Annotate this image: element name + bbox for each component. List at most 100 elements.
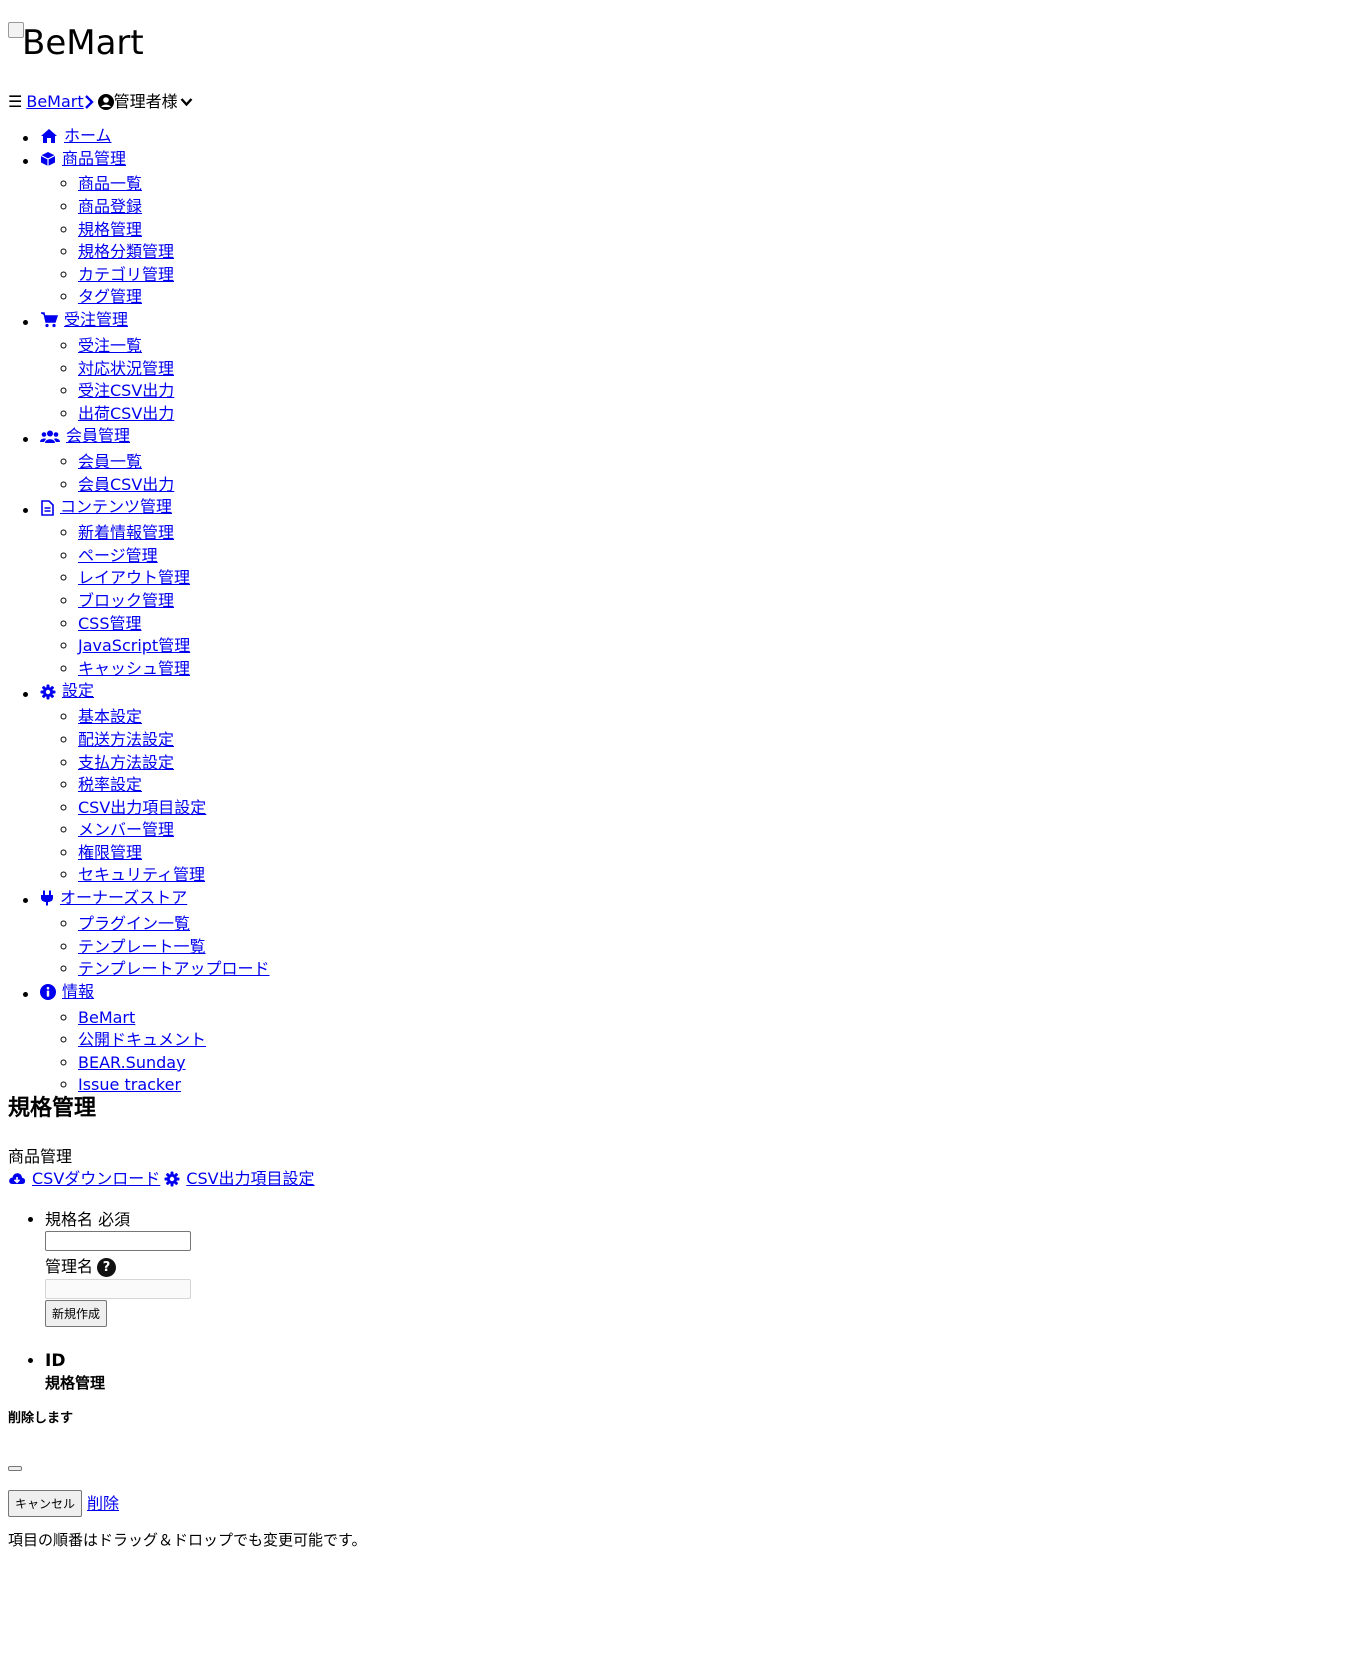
cancel-button[interactable]: キャンセル (8, 1490, 83, 1517)
nav-item-member-list[interactable]: 会員一覧 (78, 452, 142, 471)
name-label: 規格名 (45, 1210, 94, 1229)
nav-item-javascript[interactable]: JavaScript管理 (78, 636, 190, 655)
delete-modal-title: 削除します (8, 1411, 74, 1426)
nav-item-news[interactable]: 新着情報管理 (78, 523, 174, 542)
new-class-form-item: 規格名 必須 管理名? 新規作成 (45, 1209, 191, 1328)
delete-link[interactable]: 削除 (87, 1495, 119, 1512)
nav-item-order-csv[interactable]: 受注CSV出力 (78, 381, 174, 400)
nav-item-product-register[interactable]: 商品登録 (78, 197, 142, 216)
csv-download-label: CSVダウンロード (32, 1169, 161, 1188)
nav-link-order[interactable]: 受注管理 (40, 309, 128, 332)
nav-item-plugins[interactable]: プラグイン一覧 (78, 914, 190, 933)
nav-link-member[interactable]: 会員管理 (40, 425, 130, 448)
user-menu[interactable]: 管理者 様 (114, 94, 193, 110)
box-icon (40, 151, 56, 166)
nav-item-bear-sunday[interactable]: BEAR.Sunday (78, 1053, 186, 1072)
user-circle-icon (97, 94, 114, 110)
nav-label-store: オーナーズストア (60, 888, 188, 908)
nav-label-order: 受注管理 (64, 310, 129, 330)
nav-item-shipping-csv[interactable]: 出荷CSV出力 (78, 404, 174, 423)
nav-item-delivery-settings[interactable]: 配送方法設定 (78, 730, 174, 749)
gear-icon (164, 1171, 180, 1187)
create-button[interactable]: 新規作成 (45, 1300, 108, 1327)
plug-icon (41, 890, 53, 906)
nav-label-settings: 設定 (62, 681, 95, 701)
hamburger-icon[interactable]: ☰ (8, 94, 22, 110)
nav-item-order-status[interactable]: 対応状況管理 (78, 359, 174, 378)
section-label: 商品管理 (8, 1147, 73, 1166)
chevron-down-icon (180, 98, 193, 107)
nav-item-basic-settings[interactable]: 基本設定 (78, 707, 142, 726)
nav-item-template-upload[interactable]: テンプレートアップロード (78, 959, 270, 978)
nav-item-public-docs[interactable]: 公開ドキュメント (78, 1030, 206, 1049)
nav-label-info: 情報 (62, 981, 95, 1001)
nav-link-store[interactable]: オーナーズストア (40, 887, 187, 910)
nav-sub-content: 新着情報管理 ページ管理 レイアウト管理 ブロック管理 CSS管理 JavaSc… (40, 522, 270, 680)
admin-input-row (45, 1279, 191, 1300)
user-suffix: 様 (161, 92, 178, 111)
nav-link-content[interactable]: コンテンツ管理 (40, 496, 172, 519)
nav-item-order-list[interactable]: 受注一覧 (78, 336, 142, 355)
nav-link-settings[interactable]: 設定 (40, 680, 94, 703)
nav-item-tag[interactable]: タグ管理 (78, 287, 142, 306)
modal-close-button[interactable] (8, 1466, 22, 1471)
nav-group-order: 受注管理 受注一覧 対応状況管理 受注CSV出力 出荷CSV出力 (40, 309, 270, 425)
admin-name-input[interactable] (45, 1279, 191, 1299)
create-row: 新規作成 (45, 1300, 191, 1328)
nav-item-class-name[interactable]: 規格管理 (78, 220, 142, 239)
cloud-download-icon (9, 1173, 26, 1184)
column-class-name: 規格管理 (45, 1374, 106, 1392)
nav-label-home: ホーム (64, 126, 112, 145)
nav-sub-member: 会員一覧 会員CSV出力 (40, 451, 270, 496)
nav-label-member: 会員管理 (66, 426, 131, 446)
nav-sub-info: BeMart 公開ドキュメント BEAR.Sunday Issue tracke… (40, 1007, 270, 1097)
help-icon[interactable]: ? (97, 1258, 117, 1277)
nav-item-layout[interactable]: レイアウト管理 (78, 568, 190, 587)
nav-link-info[interactable]: 情報 (40, 981, 94, 1004)
nav-item-cache[interactable]: キャッシュ管理 (78, 659, 190, 678)
nav-item-class-category[interactable]: 規格分類管理 (78, 242, 174, 261)
breadcrumb-home-link[interactable]: BeMart (26, 94, 83, 110)
user-name: 管理者 (113, 92, 162, 111)
nav-link-product[interactable]: 商品管理 (40, 148, 126, 171)
nav-item-members[interactable]: メンバー管理 (78, 820, 174, 839)
nav-group-content: コンテンツ管理 新着情報管理 ページ管理 レイアウト管理 ブロック管理 CSS管… (40, 496, 270, 680)
nav-item-css[interactable]: CSS管理 (78, 614, 142, 633)
nav-sub-order: 受注一覧 対応状況管理 受注CSV出力 出荷CSV出力 (40, 335, 270, 425)
nav-item-issue-tracker[interactable]: Issue tracker (78, 1075, 181, 1094)
required-badge: 必須 (98, 1210, 131, 1229)
nav-item-member-csv[interactable]: 会員CSV出力 (78, 475, 174, 494)
nav-item-payment-settings[interactable]: 支払方法設定 (78, 753, 174, 772)
csv-settings-label: CSV出力項目設定 (186, 1169, 315, 1188)
nav-item-bemart[interactable]: BeMart (78, 1008, 135, 1027)
logo-alt-text: BeMart (22, 23, 144, 63)
nav-link-home[interactable]: ホーム (40, 125, 112, 148)
brand-logo[interactable]: BeMart (8, 20, 144, 60)
nav-item-block[interactable]: ブロック管理 (78, 591, 174, 610)
nav-label-content: コンテンツ管理 (60, 497, 173, 517)
csv-settings-link[interactable]: CSV出力項目設定 (164, 1169, 315, 1188)
nav-item-page[interactable]: ページ管理 (78, 546, 158, 565)
users-icon (40, 430, 60, 443)
nav-item-permissions[interactable]: 権限管理 (78, 843, 142, 862)
name-input-row (45, 1231, 191, 1253)
class-name-input[interactable] (45, 1231, 191, 1251)
class-table-header-item: ID 規格管理 (45, 1338, 191, 1394)
csv-download-link[interactable]: CSVダウンロード (8, 1171, 160, 1187)
gear-icon (40, 684, 56, 700)
column-id: ID (45, 1351, 66, 1371)
home-icon (41, 129, 57, 144)
nav-item-product-list[interactable]: 商品一覧 (78, 174, 142, 193)
nav-item-templates[interactable]: テンプレート一覧 (78, 937, 206, 956)
file-icon (41, 499, 54, 516)
nav-group-member: 会員管理 会員一覧 会員CSV出力 (40, 425, 270, 496)
nav-sub-store: プラグイン一覧 テンプレート一覧 テンプレートアップロード (40, 913, 270, 981)
nav-item-csv-settings[interactable]: CSV出力項目設定 (78, 798, 206, 817)
delete-modal-actions: キャンセル 削除 (8, 1490, 119, 1517)
nav-sub-settings: 基本設定 配送方法設定 支払方法設定 税率設定 CSV出力項目設定 メンバー管理… (40, 706, 270, 887)
name-label-row: 規格名 必須 (45, 1209, 191, 1231)
chevron-right-icon (84, 95, 94, 109)
nav-item-category[interactable]: カテゴリ管理 (78, 265, 174, 284)
nav-item-security[interactable]: セキュリティ管理 (78, 865, 205, 884)
nav-item-tax-settings[interactable]: 税率設定 (78, 775, 142, 794)
